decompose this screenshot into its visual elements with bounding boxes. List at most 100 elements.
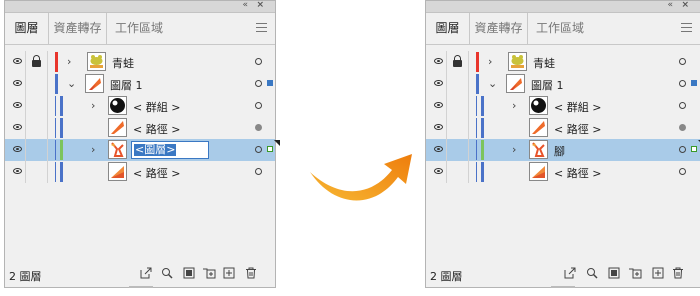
lock-icon[interactable] — [453, 55, 462, 67]
layer-row[interactable]: ⌄ 圖層 1 — [426, 73, 700, 95]
visibility-eye-icon[interactable] — [13, 146, 22, 152]
layer-name: < 群組 > — [133, 101, 181, 114]
column-divider — [446, 161, 447, 183]
trash-icon[interactable] — [672, 267, 684, 279]
layer-color-bar — [60, 96, 63, 116]
group-thumbnail-icon — [529, 96, 548, 115]
collapse-icon[interactable]: « — [242, 0, 247, 10]
selection-indicator[interactable] — [267, 146, 273, 152]
panel-tabs: 圖層 資產轉存 工作區域 — [426, 13, 700, 45]
layer-row[interactable]: › < 群組 > — [5, 95, 275, 117]
visibility-eye-icon[interactable] — [13, 58, 22, 64]
column-divider — [468, 95, 469, 117]
layer-row[interactable]: › 腳 — [426, 139, 700, 161]
visibility-eye-icon[interactable] — [434, 80, 443, 86]
layer-color-bar — [476, 52, 479, 72]
layer-row[interactable]: › <圖層> — [5, 139, 280, 161]
visibility-eye-icon[interactable] — [434, 124, 443, 130]
export-icon[interactable] — [564, 267, 576, 279]
layer-thumbnail-icon — [85, 74, 104, 93]
tab-layers[interactable]: 圖層 — [5, 13, 49, 44]
group-thumbnail-icon — [108, 96, 127, 115]
close-icon[interactable]: × — [256, 0, 263, 10]
clipping-mask-icon[interactable] — [608, 267, 620, 279]
target-circle-icon[interactable] — [255, 102, 262, 109]
trash-icon[interactable] — [245, 267, 257, 279]
transition-arrow-icon — [310, 154, 412, 201]
expand-arrow-icon[interactable]: ⌄ — [67, 77, 76, 90]
clipping-mask-icon[interactable] — [183, 267, 195, 279]
selection-indicator[interactable] — [691, 80, 697, 86]
tab-artboards[interactable]: 工作區域 — [107, 13, 171, 44]
panel-titlebar[interactable]: «× — [426, 0, 700, 13]
expand-arrow-icon[interactable]: › — [512, 99, 516, 112]
new-sublayer-icon[interactable] — [202, 267, 216, 279]
new-sublayer-icon[interactable] — [628, 267, 642, 279]
parent-indent-line — [55, 140, 56, 160]
search-icon[interactable] — [586, 267, 598, 279]
expand-arrow-icon[interactable]: › — [91, 143, 95, 156]
visibility-eye-icon[interactable] — [434, 146, 443, 152]
layer-row[interactable]: › < 群組 > — [426, 95, 700, 117]
foot-thumbnail-icon — [529, 140, 548, 159]
visibility-eye-icon[interactable] — [434, 102, 443, 108]
target-circle-icon[interactable] — [679, 80, 686, 87]
visibility-eye-icon[interactable] — [13, 124, 22, 130]
layer-row[interactable]: ⌄ 圖層 1 — [5, 73, 275, 95]
resize-handle[interactable] — [129, 286, 153, 288]
layer-name-input[interactable]: <圖層> — [131, 141, 209, 159]
visibility-eye-icon[interactable] — [13, 102, 22, 108]
selection-indicator[interactable] — [267, 80, 273, 86]
selection-indicator[interactable] — [691, 146, 697, 152]
layer-row[interactable]: < 路徑 > — [426, 117, 700, 139]
target-circle-icon[interactable] — [679, 124, 686, 131]
target-circle-icon[interactable] — [255, 124, 262, 131]
target-circle-icon[interactable] — [679, 168, 686, 175]
panel-titlebar[interactable]: «× — [5, 0, 275, 13]
lock-icon[interactable] — [32, 55, 41, 67]
layer-row[interactable]: < 路徑 > — [426, 161, 700, 183]
column-divider — [446, 139, 447, 161]
new-layer-icon[interactable] — [223, 267, 235, 279]
expand-arrow-icon[interactable]: › — [91, 99, 95, 112]
close-icon[interactable]: × — [681, 0, 688, 10]
tab-artboards[interactable]: 工作區域 — [528, 13, 592, 44]
new-layer-icon[interactable] — [652, 267, 664, 279]
expand-arrow-icon[interactable]: ⌄ — [488, 77, 497, 90]
tab-asset-export[interactable]: 資產轉存 — [470, 13, 528, 44]
layer-row[interactable]: < 路徑 > — [5, 161, 275, 183]
expand-arrow-icon[interactable]: › — [488, 55, 492, 68]
visibility-eye-icon[interactable] — [434, 168, 443, 174]
target-circle-icon[interactable] — [679, 58, 686, 65]
layer-color-bar — [481, 162, 484, 182]
search-icon[interactable] — [161, 267, 173, 279]
parent-indent-line — [476, 96, 477, 116]
panel-menu-icon[interactable] — [256, 23, 267, 32]
visibility-eye-icon[interactable] — [13, 168, 22, 174]
export-icon[interactable] — [140, 267, 152, 279]
panel-menu-icon[interactable] — [681, 23, 692, 32]
target-circle-icon[interactable] — [679, 146, 686, 153]
selection-corner-icon — [274, 140, 280, 146]
column-divider — [47, 51, 48, 73]
target-circle-icon[interactable] — [255, 80, 262, 87]
expand-arrow-icon[interactable]: › — [512, 143, 516, 156]
target-circle-icon[interactable] — [255, 58, 262, 65]
collapse-icon[interactable]: « — [667, 0, 672, 10]
layer-name: 腳 — [554, 145, 565, 158]
layer-row[interactable]: < 路徑 > — [5, 117, 275, 139]
visibility-eye-icon[interactable] — [13, 80, 22, 86]
visibility-eye-icon[interactable] — [434, 58, 443, 64]
tab-layers[interactable]: 圖層 — [426, 13, 470, 44]
target-circle-icon[interactable] — [255, 168, 262, 175]
layer-row[interactable]: › 青蛙 — [426, 51, 700, 73]
target-circle-icon[interactable] — [255, 146, 262, 153]
layer-row[interactable]: › 青蛙 — [5, 51, 275, 73]
column-divider — [25, 117, 26, 139]
layer-color-bar — [55, 52, 58, 72]
layer-count: 2 圖層 — [9, 270, 42, 283]
expand-arrow-icon[interactable]: › — [67, 55, 71, 68]
tab-asset-export[interactable]: 資產轉存 — [49, 13, 107, 44]
resize-handle[interactable] — [551, 286, 575, 288]
target-circle-icon[interactable] — [679, 102, 686, 109]
